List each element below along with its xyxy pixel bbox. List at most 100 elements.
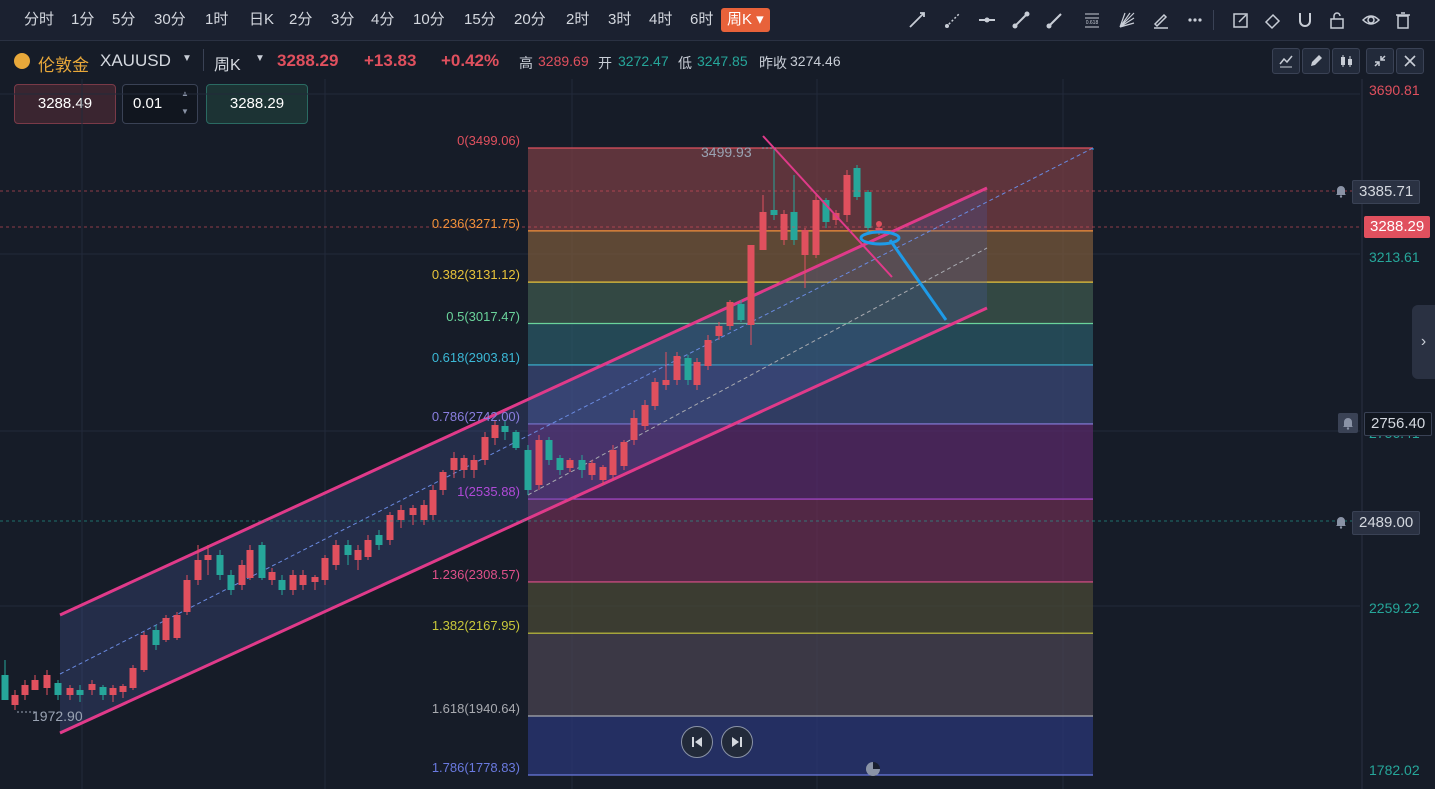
bell-icon[interactable]: [1331, 181, 1351, 201]
fib-zone-8: [528, 633, 1093, 717]
close-icon[interactable]: [1396, 48, 1424, 74]
timeframe-6[interactable]: 2分: [285, 8, 316, 32]
brush-icon[interactable]: [1148, 7, 1174, 33]
timeframe-7[interactable]: 3分: [327, 8, 358, 32]
timeframe-4[interactable]: 1时: [201, 8, 232, 32]
timeframe-1[interactable]: 1分: [67, 8, 98, 32]
timeframe-8[interactable]: 4分: [367, 8, 398, 32]
candle-body-75: [801, 230, 809, 255]
trend-line-icon[interactable]: [904, 7, 930, 33]
candle-body-23: [246, 550, 254, 578]
current-price-dot: [876, 221, 882, 227]
chevron-down-icon[interactable]: ▼: [182, 53, 192, 64]
collapse-icon[interactable]: [1366, 48, 1394, 74]
bell-icon[interactable]: [1331, 512, 1351, 532]
candle-body-2: [21, 685, 29, 695]
alert-price-tag-2[interactable]: 2489.00: [1352, 511, 1421, 535]
alert-price-tag-0[interactable]: 3385.71: [1352, 180, 1421, 204]
timeframe-12[interactable]: 2时: [562, 8, 593, 32]
candle-body-38: [409, 508, 417, 515]
fib-label-0.236: 0.236(3271.75): [431, 215, 520, 231]
more-icon[interactable]: [1182, 7, 1208, 33]
candle-body-71: [759, 212, 767, 250]
high-value: 3289.69: [538, 53, 589, 69]
timeframe-toolbar: 分时 1分 5分 30分 1时 日K 2分 3分 4分 10分 15分 20分 2时 3时 4时 6时 周K ▾…: [0, 0, 1435, 41]
lock-icon[interactable]: [1324, 7, 1350, 33]
candle-body-56: [599, 467, 607, 480]
gann-fan-icon[interactable]: [1114, 7, 1140, 33]
candle-body-35: [375, 535, 383, 545]
timeframe-13[interactable]: 3时: [604, 8, 635, 32]
candle-body-19: [204, 555, 212, 560]
side-panel-toggle[interactable]: ›: [1412, 305, 1435, 379]
scroll-to-end-button[interactable]: [721, 726, 753, 758]
timeframe-14[interactable]: 4时: [645, 8, 676, 32]
candle-body-11: [119, 686, 127, 692]
candle-body-70: [747, 245, 755, 325]
candle-body-14: [152, 630, 160, 645]
timeframe-16[interactable]: 周K ▾: [721, 8, 770, 32]
timeframe-9[interactable]: 10分: [409, 8, 449, 32]
horizontal-line-icon[interactable]: [974, 7, 1000, 33]
bell-icon[interactable]: [1338, 413, 1358, 433]
segment-icon[interactable]: [1008, 7, 1034, 33]
edit-icon[interactable]: [1228, 7, 1254, 33]
candle-body-80: [853, 168, 861, 197]
gold-coin-icon: [14, 53, 30, 69]
candle-body-49: [524, 450, 532, 490]
indicator-button[interactable]: [1272, 48, 1300, 74]
magnet-icon[interactable]: [1292, 7, 1318, 33]
candle-body-60: [641, 405, 649, 426]
candle-body-16: [173, 615, 181, 638]
candle-body-21: [227, 575, 235, 590]
candle-body-51: [545, 440, 553, 460]
fib-label-1: 1(2535.88): [457, 484, 520, 500]
candle-body-62: [662, 380, 670, 385]
high-marker-label: 3499.93: [701, 144, 752, 160]
fib-zone-0: [528, 148, 1093, 231]
y-axis-label-3: 2259.22: [1369, 600, 1420, 616]
candle-body-63: [673, 356, 681, 380]
candle-body-81: [864, 192, 872, 228]
period-selector[interactable]: 周K: [214, 51, 241, 75]
scroll-to-start-button[interactable]: [681, 726, 713, 758]
fib-label-0.382: 0.382(3131.12): [431, 267, 520, 283]
eye-icon[interactable]: [1358, 7, 1384, 33]
candle-body-27: [289, 575, 297, 590]
candle-body-17: [183, 580, 191, 612]
pie-chart-icon[interactable]: [866, 762, 880, 776]
timeframe-15[interactable]: 6时: [686, 8, 717, 32]
timeframe-0[interactable]: 分时: [20, 8, 58, 32]
fib-label-0.786: 0.786(2742.00): [431, 408, 520, 424]
y-axis-label-4: 1782.02: [1369, 762, 1420, 778]
candle-body-10: [109, 688, 117, 695]
candle-body-67: [715, 326, 723, 336]
ray-icon[interactable]: [940, 7, 966, 33]
candle-body-0: [1, 675, 9, 700]
candle-body-24: [258, 545, 266, 578]
timeframe-3[interactable]: 30分: [150, 8, 190, 32]
candle-body-33: [354, 550, 362, 560]
last-price: 3288.29: [277, 51, 339, 70]
timeframe-10[interactable]: 15分: [460, 8, 500, 32]
prev-close-label: 昨收: [759, 55, 787, 71]
candle-body-39: [420, 505, 428, 520]
candle-style-icon[interactable]: [1332, 48, 1360, 74]
timeframe-5[interactable]: 日K: [245, 8, 278, 32]
arrow-line-icon[interactable]: [1042, 7, 1068, 33]
eraser-icon[interactable]: [1260, 7, 1286, 33]
chevron-down-icon[interactable]: ▼: [255, 53, 265, 64]
timeframe-11[interactable]: 20分: [510, 8, 550, 32]
symbol-code[interactable]: XAUUSD: [100, 51, 171, 71]
fib-retracement-icon[interactable]: 0.618: [1079, 7, 1105, 33]
symbol-name[interactable]: 伦敦金: [38, 51, 89, 76]
y-axis-label-1: 3213.61: [1369, 249, 1420, 265]
timeframe-2[interactable]: 5分: [108, 8, 139, 32]
alert-price-tag-1[interactable]: 2756.40: [1364, 412, 1433, 436]
price-chart[interactable]: [0, 79, 1435, 789]
candle-body-34: [364, 540, 372, 557]
candle-body-55: [588, 463, 596, 475]
pencil-icon[interactable]: [1302, 48, 1330, 74]
price-change-pct: +0.42%: [441, 51, 500, 70]
trash-icon[interactable]: [1390, 7, 1416, 33]
